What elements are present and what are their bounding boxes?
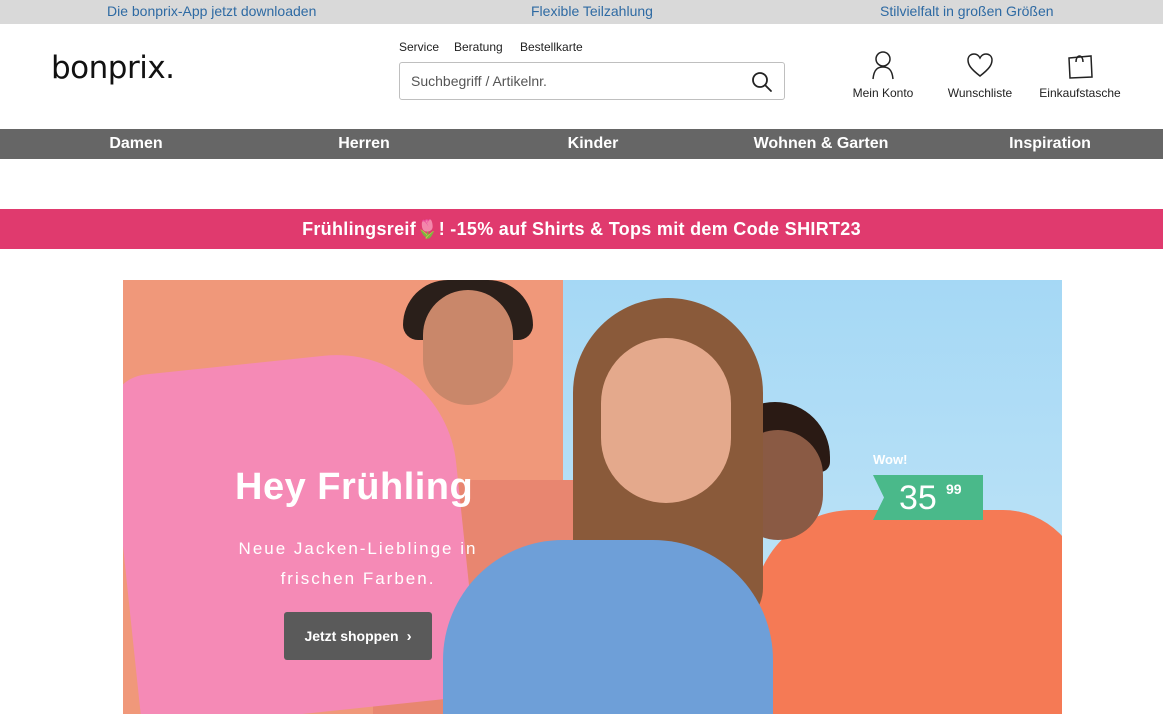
model-left-face <box>423 290 513 405</box>
shopping-bag-button[interactable]: Einkaufstasche <box>1038 50 1122 100</box>
price-decimal: 99 <box>946 481 962 497</box>
nav-item-kinder[interactable]: Kinder <box>568 135 619 153</box>
shopping-bag-label: Einkaufstasche <box>1039 86 1121 100</box>
nav-item-damen[interactable]: Damen <box>109 135 162 153</box>
shop-now-label: Jetzt shoppen <box>304 627 399 644</box>
wishlist-label: Wunschliste <box>947 86 1013 100</box>
chevron-right-icon: › <box>406 627 412 645</box>
beratung-link[interactable]: Beratung <box>454 40 503 54</box>
hero-title: Hey Frühling <box>235 466 474 508</box>
price-badge-label: Wow! <box>873 452 908 467</box>
promo-banner[interactable]: Frühlingsreif🌷! -15% auf Shirts & Tops m… <box>0 209 1163 249</box>
service-link[interactable]: Service <box>399 40 439 54</box>
account-button[interactable]: Mein Konto <box>852 50 914 100</box>
nav-item-inspiration[interactable]: Inspiration <box>1009 135 1091 153</box>
bestellkarte-link[interactable]: Bestellkarte <box>520 40 583 54</box>
shopping-bag-icon <box>1068 55 1093 79</box>
price-tag: 35 99 <box>873 475 983 520</box>
wishlist-button[interactable]: Wunschliste <box>946 50 1014 100</box>
price-integer: 35 <box>899 479 937 517</box>
main-navigation: Damen Herren Kinder Wohnen & Garten Insp… <box>0 129 1163 159</box>
hero-subtitle: Neue Jacken-Lieblinge in frischen Farben… <box>238 539 478 588</box>
installment-link[interactable]: Flexible Teilzahlung <box>531 3 653 19</box>
search-input[interactable] <box>409 72 743 90</box>
large-sizes-link[interactable]: Stilvielfalt in großen Größen <box>880 3 1054 19</box>
model-center-face <box>601 338 731 503</box>
top-info-bar: Die bonprix-App jetzt downloaden Flexibl… <box>0 0 1163 24</box>
site-header: bonprix. Service Beratung Bestellkarte M… <box>0 24 1163 129</box>
nav-item-wohnen-garten[interactable]: Wohnen & Garten <box>754 135 889 153</box>
model-right-jacket <box>753 510 1062 714</box>
account-label: Mein Konto <box>852 86 914 100</box>
heart-icon <box>967 53 993 77</box>
nav-item-herren[interactable]: Herren <box>338 135 390 153</box>
shop-now-button[interactable]: Jetzt shoppen › <box>284 612 432 660</box>
search-box <box>399 62 785 100</box>
app-download-link[interactable]: Die bonprix-App jetzt downloaden <box>107 3 316 19</box>
hero-banner[interactable]: Hey Frühling Neue Jacken-Lieblinge in fr… <box>123 280 1062 714</box>
bonprix-logo[interactable]: bonprix. <box>51 50 175 86</box>
user-icon <box>872 51 894 80</box>
search-icon[interactable] <box>750 70 774 94</box>
